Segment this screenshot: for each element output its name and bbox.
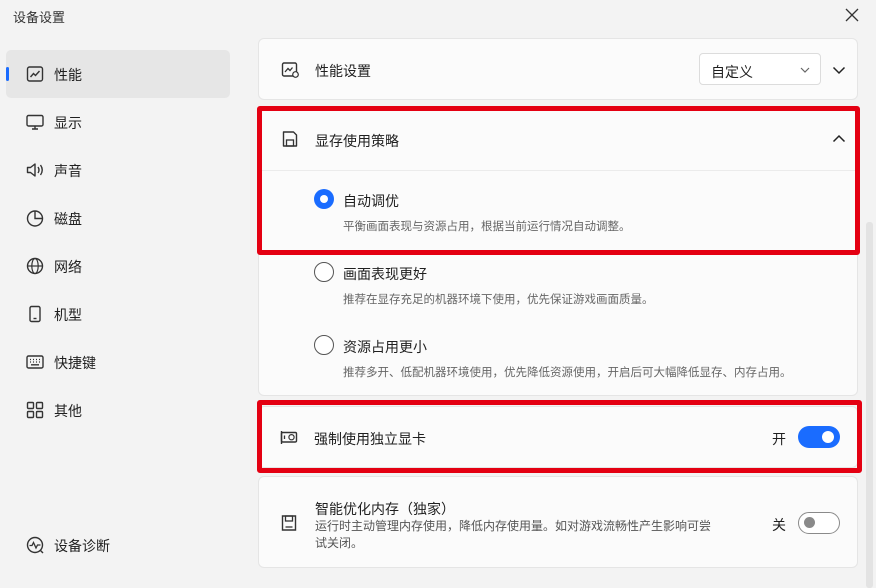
option-description: 平衡画面表现与资源占用，根据当前运行情况自动调整。 (343, 221, 631, 233)
keyboard-icon (26, 355, 44, 369)
toggle-state-label: 关 (772, 517, 786, 533)
sidebar-item-label: 性能 (54, 67, 82, 83)
sidebar-item-label: 快捷键 (54, 355, 96, 371)
radio-button[interactable] (314, 335, 334, 355)
toggle-state-label: 开 (772, 431, 786, 447)
dedicated-gpu-title: 强制使用独立显卡 (314, 431, 426, 447)
dedicated-gpu-card: 强制使用独立显卡 开 (258, 406, 858, 468)
performance-settings-icon (281, 62, 299, 78)
phone-icon (29, 305, 41, 323)
dedicated-gpu-toggle[interactable] (798, 426, 840, 448)
pie-chart-icon (26, 210, 44, 227)
toggle-knob (822, 431, 834, 443)
performance-settings-title: 性能设置 (315, 63, 371, 79)
sidebar-item-label: 机型 (54, 307, 82, 323)
sidebar-item-shortcuts[interactable]: 快捷键 (6, 338, 230, 386)
option-lower-resource[interactable]: 资源占用更小 推荐多开、低配机器环境使用，优先降低资源使用，开启后可大幅降低显存… (259, 317, 859, 387)
option-auto-tune[interactable]: 自动调优 平衡画面表现与资源占用，根据当前运行情况自动调整。 (259, 171, 859, 241)
memory-save-icon (281, 515, 297, 531)
smart-memory-toggle[interactable] (798, 512, 840, 534)
diagnostics-icon (26, 536, 44, 554)
monitor-icon (26, 114, 44, 130)
option-title: 资源占用更小 (343, 339, 427, 355)
settings-content: 性能设置 自定义 显存使用策略 自动调优 平衡画面表现与资源占用，根据当前运行情… (238, 0, 876, 588)
sidebar-item-label: 设备诊断 (54, 538, 110, 554)
performance-settings-card: 性能设置 自定义 (258, 38, 858, 100)
option-better-visuals[interactable]: 画面表现更好 推荐在显存充足的机器环境下使用，优先保证游戏画面质量。 (259, 244, 859, 314)
globe-icon (26, 257, 44, 275)
option-description: 推荐在显存充足的机器环境下使用，优先保证游戏画面质量。 (343, 294, 654, 306)
toggle-knob (804, 517, 815, 528)
performance-mode-dropdown[interactable]: 自定义 (699, 53, 821, 85)
sidebar-item-label: 网络 (54, 259, 82, 275)
sidebar-item-device-model[interactable]: 机型 (6, 290, 230, 338)
sidebar-item-label: 磁盘 (54, 211, 82, 227)
chevron-down-icon (800, 67, 810, 73)
option-title: 画面表现更好 (343, 266, 427, 282)
grid-icon (26, 401, 44, 419)
radio-button-checked[interactable] (314, 189, 334, 209)
dropdown-value: 自定义 (711, 64, 753, 80)
collapse-chevron-up-icon[interactable] (831, 131, 847, 147)
option-title: 自动调优 (343, 193, 399, 209)
active-indicator (6, 67, 9, 81)
smart-memory-description: 运行时主动管理内存使用，降低内存使用量。如对游戏流畅性产生影响可尝试关闭。 (315, 519, 712, 550)
sidebar: 性能 显示 声音 磁盘 网络 机型 快捷键 其他 设备诊断 (0, 40, 238, 588)
sidebar-item-label: 其他 (54, 403, 82, 419)
sidebar-item-label: 声音 (54, 163, 82, 179)
graphics-card-icon (280, 431, 298, 444)
sidebar-item-disk[interactable]: 磁盘 (6, 194, 230, 242)
sidebar-item-display[interactable]: 显示 (6, 98, 230, 146)
smart-memory-card: 智能优化内存（独家） 运行时主动管理内存使用，降低内存使用量。如对游戏流畅性产生… (258, 476, 858, 568)
sidebar-item-performance[interactable]: 性能 (6, 50, 230, 98)
scrollbar[interactable] (866, 222, 873, 588)
option-description: 推荐多开、低配机器环境使用，优先降低资源使用，开启后可大幅降低显存、内存占用。 (343, 367, 792, 379)
save-icon (282, 131, 298, 147)
speaker-icon (26, 163, 43, 177)
memory-strategy-card: 显存使用策略 自动调优 平衡画面表现与资源占用，根据当前运行情况自动调整。 画面… (258, 110, 858, 396)
expand-chevron-down-icon[interactable] (831, 62, 847, 78)
radio-button[interactable] (314, 262, 334, 282)
sidebar-item-other[interactable]: 其他 (6, 386, 230, 434)
sidebar-item-network[interactable]: 网络 (6, 242, 230, 290)
sidebar-item-diagnostics[interactable]: 设备诊断 (6, 521, 230, 569)
smart-memory-title: 智能优化内存（独家） (315, 501, 455, 517)
sidebar-item-label: 显示 (54, 115, 82, 131)
window-title: 设备设置 (13, 10, 66, 25)
chart-line-icon (26, 66, 44, 82)
memory-strategy-title: 显存使用策略 (315, 133, 399, 149)
sidebar-item-sound[interactable]: 声音 (6, 146, 230, 194)
